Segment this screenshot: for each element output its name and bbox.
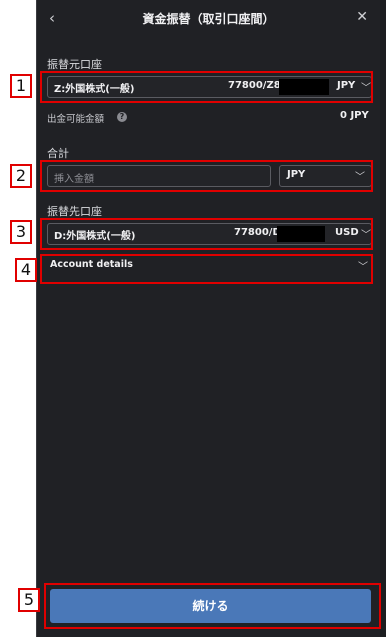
destination-account-select[interactable]: D:外国株式(一般) 77800/D USD ﹀ [47, 223, 372, 245]
annotation-number-4: 4 [15, 258, 37, 282]
page-title: 資金振替（取引口座間） [142, 12, 275, 26]
continue-button[interactable]: 続ける [50, 589, 371, 623]
annotation-number-3: 3 [10, 220, 32, 244]
chevron-down-icon: ﹀ [358, 262, 368, 273]
redaction-block [279, 79, 329, 95]
destination-account-label: 振替先口座 [47, 205, 102, 218]
source-account-number: 77800/Z8 [228, 80, 281, 91]
annotation-number-5: 5 [18, 588, 40, 612]
chevron-down-icon: ﹀ [361, 230, 371, 241]
redaction-block [277, 226, 325, 242]
chevron-down-icon: ﹀ [361, 83, 371, 94]
destination-account-number: 77800/D [234, 227, 281, 238]
destination-account-name: D:外国株式(一般) [54, 231, 136, 242]
total-currency: JPY [287, 169, 306, 180]
amount-placeholder: 挿入金額 [54, 174, 94, 185]
withdrawable-label: 出金可能金額 [47, 114, 105, 125]
chevron-down-icon: ﹀ [355, 172, 365, 183]
account-details-toggle[interactable]: Account details ﹀ [47, 256, 372, 281]
annotation-number-2: 2 [10, 164, 32, 188]
annotation-number-1: 1 [10, 74, 32, 98]
amount-input[interactable]: 挿入金額 [47, 165, 271, 187]
destination-currency: USD [335, 227, 359, 238]
close-icon[interactable]: ✕ [356, 9, 368, 25]
account-details-label: Account details [50, 259, 133, 270]
right-page-edge [379, 0, 386, 637]
total-label: 合計 [47, 147, 69, 160]
source-currency: JPY [337, 80, 356, 91]
header: ‹ 資金振替（取引口座間） ✕ [37, 0, 380, 36]
withdrawable-value: 0 JPY [340, 110, 369, 121]
help-icon[interactable]: ? [117, 112, 127, 122]
source-account-select[interactable]: Z:外国株式(一般) 77800/Z8 JPY ﹀ [47, 76, 372, 98]
currency-select[interactable]: JPY ﹀ [279, 165, 372, 187]
transfer-panel: ‹ 資金振替（取引口座間） ✕ 振替元口座 Z:外国株式(一般) 77800/Z… [36, 0, 380, 637]
source-account-label: 振替元口座 [47, 58, 102, 71]
source-account-name: Z:外国株式(一般) [54, 84, 135, 95]
